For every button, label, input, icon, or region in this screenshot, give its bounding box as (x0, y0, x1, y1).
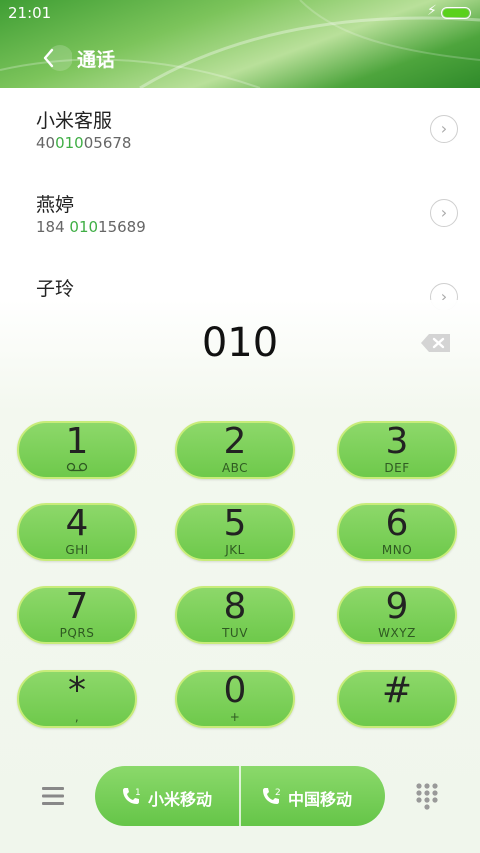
dial-key-digit: 1 (65, 421, 89, 462)
status-bar: 21:01 ⚡ (0, 0, 480, 28)
dial-key-digit: 7 (65, 586, 89, 627)
dial-key-digit: 6 (385, 503, 409, 544)
dialed-number: 010 (201, 320, 279, 366)
backspace-button[interactable] (420, 333, 452, 353)
battery-icon (441, 7, 471, 19)
contact-name: 小米客服 (36, 110, 113, 132)
contact-name: 燕婷 (36, 194, 75, 216)
back-button[interactable] (36, 40, 73, 76)
dial-key-digit: # (381, 670, 413, 711)
header-background: 21:01 ⚡ 通话 (0, 0, 480, 88)
keypad-toggle-button[interactable] (414, 782, 440, 810)
dial-key-letters: PQRS (59, 626, 95, 640)
contact-number: 4001005678 (36, 134, 132, 152)
chevron-right-icon: › (440, 119, 448, 138)
dial-key-digit: 2 (223, 421, 247, 462)
dial-key-digit: 5 (223, 503, 247, 544)
phone-sim2-icon: 2 (263, 788, 281, 804)
dial-key-digit: 8 (223, 586, 247, 627)
svg-text:2: 2 (275, 788, 281, 798)
dial-key-letters: JKL (225, 543, 245, 557)
voicemail-icon (19, 461, 135, 475)
dial-key-2[interactable]: 2 ABC (175, 421, 295, 479)
dial-key-letters: GHI (65, 543, 89, 557)
call-buttons: 1 小米移动 2 中国移动 (95, 766, 385, 826)
page-title: 通话 (77, 49, 116, 71)
call-sim2-button[interactable]: 2 中国移动 (241, 766, 385, 826)
call-sim2-label: 中国移动 (288, 790, 353, 809)
menu-button[interactable] (40, 783, 66, 809)
dial-key-9[interactable]: 9 WXYZ (337, 586, 457, 644)
dial-key-digit: 3 (385, 421, 409, 462)
dial-key-star[interactable]: *, (17, 670, 137, 728)
dial-key-0[interactable]: 0 + (175, 670, 295, 728)
backspace-icon (421, 334, 450, 352)
contact-name: 子玲 (36, 278, 75, 300)
phone-sim1-icon: 1 (123, 788, 141, 804)
contact-detail-button[interactable]: › (430, 199, 458, 227)
dial-key-7[interactable]: 7 PQRS (17, 586, 137, 644)
svg-text:1: 1 (135, 788, 141, 798)
contact-results-list: 小米客服 4001005678 › 燕婷 184 01015689 › 子玲 › (0, 88, 480, 310)
call-sim1-label: 小米移动 (148, 790, 213, 809)
dial-key-letters: TUV (222, 626, 248, 640)
chevron-left-icon (43, 45, 73, 71)
dial-key-digit: 4 (65, 503, 89, 544)
dial-key-3[interactable]: 3 DEF (337, 421, 457, 479)
list-item[interactable]: 小米客服 4001005678 › (0, 88, 480, 172)
dial-key-digit: * (68, 670, 86, 711)
nav-bar: 通话 (0, 28, 480, 88)
list-item[interactable]: 燕婷 184 01015689 › (0, 172, 480, 256)
dial-key-5[interactable]: 5 JKL (175, 503, 295, 561)
dial-key-digit: 9 (385, 586, 409, 627)
keypad-grid-icon (416, 783, 438, 810)
dial-key-letters: + (229, 710, 241, 724)
dial-key-6[interactable]: 6 MNO (337, 503, 457, 561)
bottom-bar: 1 小米移动 2 中国移动 (0, 766, 480, 826)
battery-level (443, 9, 469, 17)
dial-key-1[interactable]: 1 (17, 421, 137, 479)
dial-key-letters: DEF (384, 461, 410, 475)
dial-key-digit: 0 (223, 670, 247, 711)
contact-number: 184 01015689 (36, 218, 146, 236)
contact-detail-button[interactable]: › (430, 115, 458, 143)
call-sim1-button[interactable]: 1 小米移动 (95, 766, 240, 826)
dial-key-letters: , (74, 710, 80, 724)
dial-key-letters: WXYZ (378, 626, 416, 640)
dial-key-letters: MNO (381, 543, 413, 557)
dial-key-4[interactable]: 4 GHI (17, 503, 137, 561)
dial-key-letters: ABC (221, 461, 249, 475)
menu-icon (42, 787, 64, 805)
charging-icon: ⚡ (427, 3, 437, 19)
dial-key-8[interactable]: 8 TUV (175, 586, 295, 644)
status-time: 21:01 (8, 4, 52, 22)
dial-key-hash[interactable]: # (337, 670, 457, 728)
chevron-right-icon: › (440, 203, 448, 222)
